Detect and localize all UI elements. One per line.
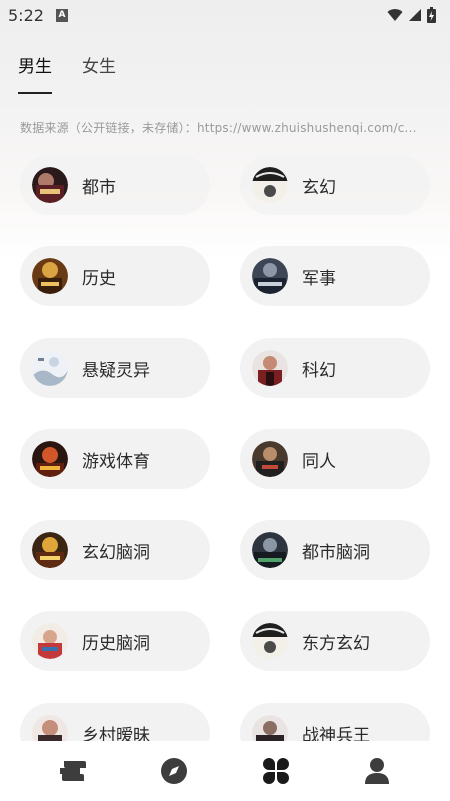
category-item-xuanhuan-naodong[interactable]: 玄幻脑洞 <box>20 520 210 580</box>
cover-kehuan-icon <box>252 350 288 386</box>
category-label: 历史脑洞 <box>82 633 150 654</box>
category-label: 东方玄幻 <box>302 633 370 654</box>
category-label: 同人 <box>302 451 336 472</box>
category-label: 悬疑灵异 <box>82 360 150 381</box>
category-label: 军事 <box>302 268 336 289</box>
category-item-dongfang[interactable]: 东方玄幻 <box>240 611 430 671</box>
cover-lishi-icon <box>32 258 68 294</box>
cover-youxi-icon <box>32 441 68 477</box>
cover-dongfang-icon <box>252 623 288 659</box>
cover-dushi-naodong-icon <box>252 532 288 568</box>
category-grid: 都市 玄幻 历史 军事 悬疑灵异 科幻 游戏体育 同人 玄幻脑洞 都市脑洞 历史… <box>0 0 450 801</box>
category-label: 都市脑洞 <box>302 542 370 563</box>
category-label: 玄幻脑洞 <box>82 542 150 563</box>
category-item-xuanyi[interactable]: 悬疑灵异 <box>20 338 210 398</box>
profile-icon <box>365 758 390 784</box>
category-item-lishi-naodong[interactable]: 历史脑洞 <box>20 611 210 671</box>
cover-dushi-icon <box>32 167 68 203</box>
category-item-lishi[interactable]: 历史 <box>20 246 210 306</box>
cover-lishi-naodong-icon <box>32 623 68 659</box>
bookshelf-icon <box>59 761 86 781</box>
category-label: 玄幻 <box>302 177 336 198</box>
category-item-dushi[interactable]: 都市 <box>20 155 210 215</box>
category-label: 科幻 <box>302 360 336 381</box>
nav-profile[interactable] <box>347 741 407 801</box>
category-item-youxi[interactable]: 游戏体育 <box>20 429 210 489</box>
cover-xuanyi-icon <box>32 350 68 386</box>
category-screen: 5:22 A 男生 女生 数据来源（公开链接，未存储）：https://www.… <box>0 0 450 801</box>
nav-bookshelf[interactable] <box>43 741 103 801</box>
cover-tongren-icon <box>252 441 288 477</box>
category-item-dushi-naodong[interactable]: 都市脑洞 <box>240 520 430 580</box>
category-item-kehuan[interactable]: 科幻 <box>240 338 430 398</box>
cover-xuanhuan-icon <box>252 167 288 203</box>
category-item-xuanhuan[interactable]: 玄幻 <box>240 155 430 215</box>
compass-icon <box>161 758 188 784</box>
category-label: 游戏体育 <box>82 451 150 472</box>
category-label: 都市 <box>82 177 116 198</box>
cover-junshi-icon <box>252 258 288 294</box>
nav-discover[interactable] <box>144 741 204 801</box>
category-item-junshi[interactable]: 军事 <box>240 246 430 306</box>
bottom-nav <box>0 741 450 801</box>
category-label: 历史 <box>82 268 116 289</box>
cover-xuanhuan-naodong-icon <box>32 532 68 568</box>
category-item-tongren[interactable]: 同人 <box>240 429 430 489</box>
category-icon <box>262 758 289 784</box>
nav-category[interactable] <box>246 741 306 801</box>
